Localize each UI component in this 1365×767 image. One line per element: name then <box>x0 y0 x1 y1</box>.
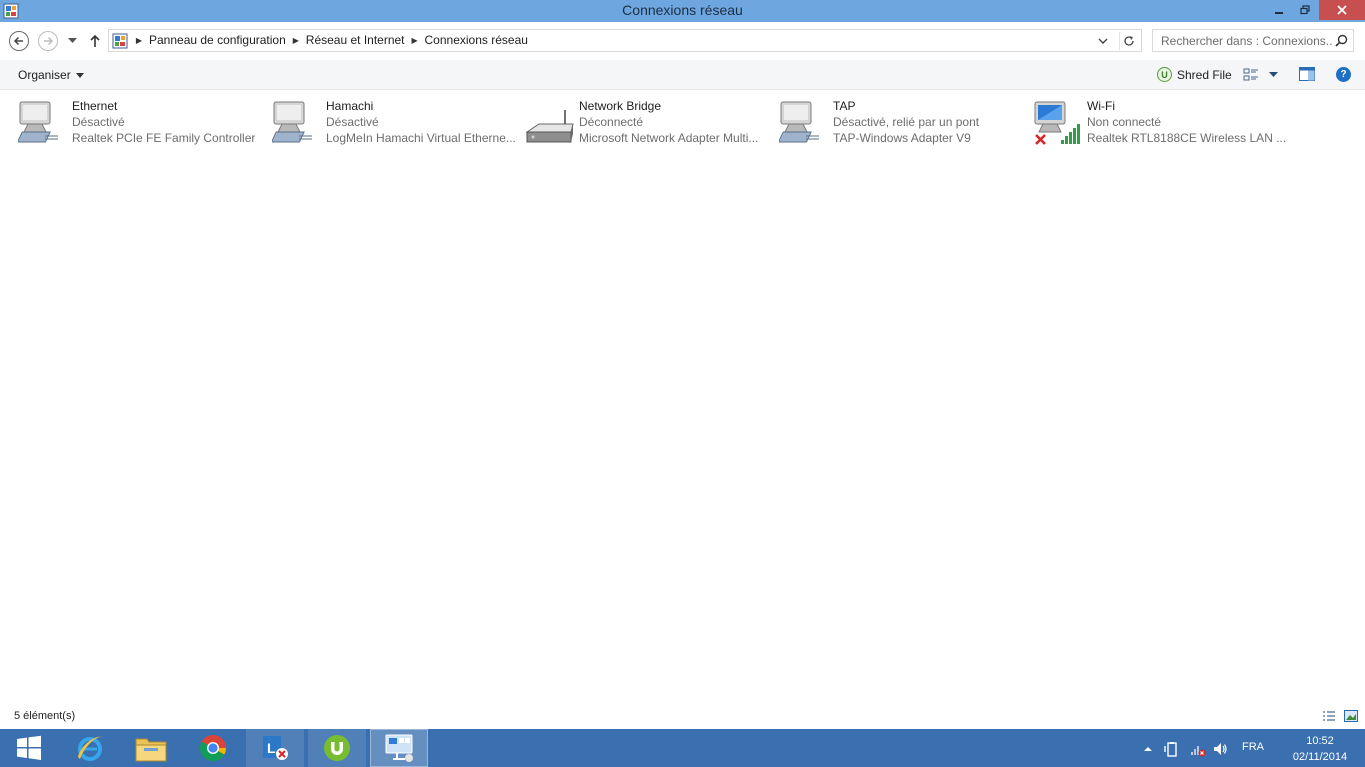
clock-time: 10:52 <box>1306 735 1334 747</box>
taskbar-chrome[interactable] <box>184 729 242 767</box>
restore-button[interactable] <box>1292 0 1318 20</box>
organise-menu-button[interactable]: Organiser <box>18 68 84 82</box>
breadcrumb-separator-icon[interactable]: ▶ <box>133 36 145 45</box>
breadcrumb-network-internet[interactable]: Réseau et Internet <box>302 33 409 47</box>
recent-locations-button[interactable] <box>65 35 79 47</box>
connections-list: Ethernet Désactivé Realtek PCIe FE Famil… <box>0 91 1365 705</box>
power-icon[interactable] <box>1164 741 1180 757</box>
connection-status: Déconnecté <box>579 115 644 129</box>
network-bridge-icon <box>525 110 574 143</box>
internet-explorer-icon <box>78 736 102 761</box>
taskbar-lync[interactable]: L <box>246 729 304 767</box>
arrow-up-icon <box>90 34 100 47</box>
control-panel-icon <box>112 33 128 49</box>
network-disconnected-icon[interactable] <box>1190 741 1206 757</box>
restore-icon <box>1300 5 1310 15</box>
up-button[interactable] <box>87 32 103 50</box>
refresh-icon <box>1123 36 1134 46</box>
wired-adapter-icon <box>272 101 312 143</box>
change-view-icon[interactable] <box>1243 67 1259 83</box>
connection-device: Realtek RTL8188CE Wireless LAN ... <box>1087 131 1287 145</box>
search-box[interactable] <box>1152 29 1354 52</box>
connection-status: Non connecté <box>1087 115 1162 129</box>
taskbar-utorrent[interactable] <box>308 729 366 767</box>
shred-file-label: Shred File <box>1177 67 1232 82</box>
search-input[interactable] <box>1153 30 1333 51</box>
chevron-down-icon[interactable] <box>1269 72 1278 78</box>
lync-icon: L <box>263 736 288 760</box>
wired-adapter-icon <box>18 101 58 143</box>
connection-item-tap[interactable]: TAP Désactivé, relié par un pont TAP-Win… <box>779 98 1029 150</box>
taskbar-file-explorer[interactable] <box>122 729 180 767</box>
minimize-button[interactable] <box>1266 0 1292 20</box>
language-indicator[interactable]: FRA <box>1242 741 1264 753</box>
connection-item-hamachi[interactable]: Hamachi Désactivé LogMeIn Hamachi Virtua… <box>272 98 522 150</box>
utorrent-icon <box>324 735 350 761</box>
connection-status: Désactivé <box>72 115 125 129</box>
breadcrumb-separator-icon[interactable]: ▶ <box>290 36 302 45</box>
preview-pane-icon[interactable] <box>1299 67 1315 81</box>
svg-text:L: L <box>267 740 276 756</box>
wired-adapter-icon <box>779 101 819 143</box>
item-count: 5 élément(s) <box>14 710 76 722</box>
address-history-button[interactable] <box>1096 34 1110 48</box>
unlocker-icon: U <box>1157 67 1172 82</box>
connection-status: Désactivé, relié par un pont <box>833 115 980 129</box>
start-icon <box>17 735 41 760</box>
large-icons-view-icon[interactable] <box>1344 709 1358 723</box>
taskbar-internet-explorer[interactable] <box>61 729 119 767</box>
connection-item-network-bridge[interactable]: Network Bridge Déconnecté Microsoft Netw… <box>525 98 775 150</box>
navigation-bar: ▶ Panneau de configuration ▶ Réseau et I… <box>0 22 1365 60</box>
chevron-down-icon <box>1098 38 1108 44</box>
connection-name: TAP <box>833 99 856 113</box>
connection-status: Désactivé <box>326 115 379 129</box>
connection-name: Wi-Fi <box>1087 99 1115 113</box>
file-explorer-icon <box>135 738 167 762</box>
command-bar: Organiser U Shred File ? <box>0 60 1365 90</box>
chrome-icon <box>199 735 227 762</box>
clock[interactable]: 10:52 02/11/2014 <box>1288 733 1352 765</box>
search-icon[interactable] <box>1335 34 1348 47</box>
title-bar: Connexions réseau <box>0 0 1365 22</box>
close-button[interactable] <box>1319 0 1365 20</box>
start-button[interactable] <box>0 729 58 767</box>
taskbar-network-connections[interactable] <box>370 729 428 767</box>
clock-date: 02/11/2014 <box>1292 751 1348 763</box>
connection-item-ethernet[interactable]: Ethernet Désactivé Realtek PCIe FE Famil… <box>18 98 268 150</box>
breadcrumb-network-connections[interactable]: Connexions réseau <box>421 33 532 47</box>
refresh-button[interactable] <box>1119 32 1137 50</box>
chevron-down-icon <box>75 72 84 78</box>
forward-button[interactable] <box>38 31 58 51</box>
organise-label: Organiser <box>18 68 71 82</box>
connection-device: TAP-Windows Adapter V9 <box>833 131 971 145</box>
volume-icon[interactable] <box>1212 741 1228 757</box>
status-bar: 5 élément(s) <box>0 705 1365 729</box>
arrow-left-icon <box>13 36 23 46</box>
connection-item-wifi[interactable]: Wi-Fi Non connecté Realtek RTL8188CE Wir… <box>1033 98 1287 150</box>
taskbar: L FRA 10:52 02/11/2014 <box>0 729 1365 767</box>
network-connections-icon <box>385 734 413 762</box>
connection-name: Ethernet <box>72 99 118 113</box>
close-icon <box>1337 5 1347 15</box>
minimize-icon <box>1275 12 1283 14</box>
back-button[interactable] <box>9 31 29 51</box>
connection-device: Realtek PCIe FE Family Controller <box>72 131 256 145</box>
connection-name: Hamachi <box>326 99 374 113</box>
connection-device: LogMeIn Hamachi Virtual Etherne... <box>326 131 516 145</box>
chevron-down-icon <box>67 38 77 43</box>
arrow-right-icon <box>44 36 54 46</box>
address-bar[interactable]: ▶ Panneau de configuration ▶ Réseau et I… <box>108 29 1142 52</box>
wifi-adapter-icon <box>1034 101 1080 145</box>
connection-device: Microsoft Network Adapter Multi... <box>579 131 759 145</box>
breadcrumb-separator-icon[interactable]: ▶ <box>409 36 421 45</box>
breadcrumb: ▶ Panneau de configuration ▶ Réseau et I… <box>133 33 532 47</box>
window-title: Connexions réseau <box>622 2 743 18</box>
chevron-up-icon[interactable] <box>1140 741 1156 757</box>
breadcrumb-control-panel[interactable]: Panneau de configuration <box>145 33 290 47</box>
help-button[interactable]: ? <box>1336 67 1351 82</box>
shred-file-button[interactable]: U Shred File <box>1157 67 1232 82</box>
details-view-icon[interactable] <box>1322 710 1336 722</box>
connection-name: Network Bridge <box>579 99 662 113</box>
